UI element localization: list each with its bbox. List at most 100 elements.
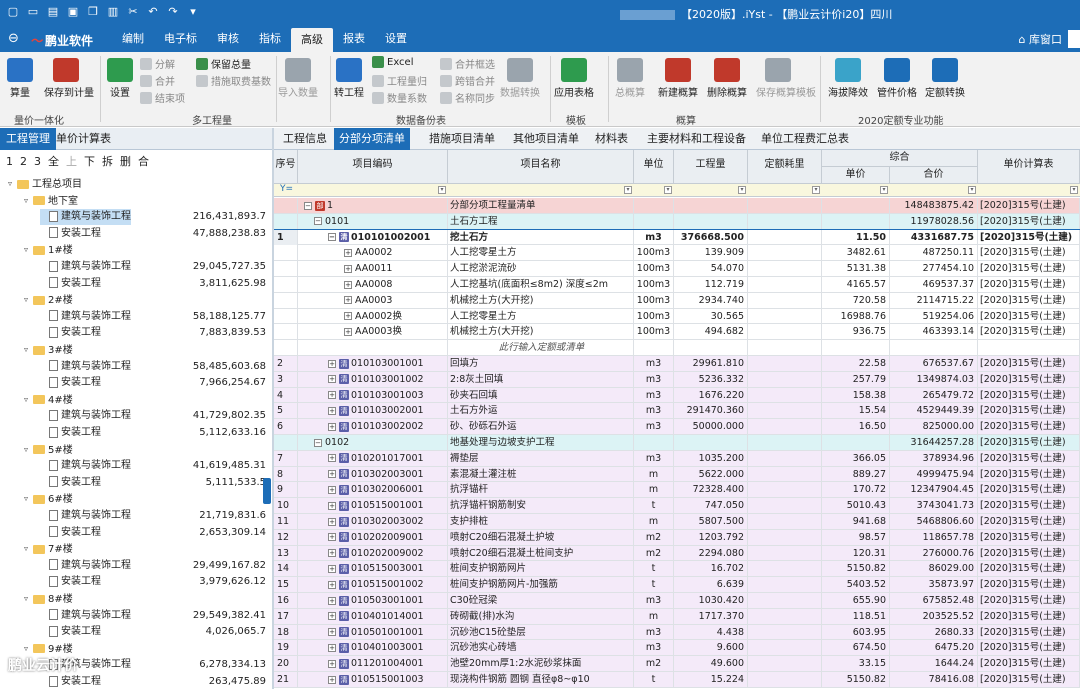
- expand-toggle-icon[interactable]: +: [344, 296, 352, 305]
- tree-node[interactable]: 建筑与装饰工程 29,549,382.41: [0, 608, 272, 624]
- tree-node[interactable]: ▿ 7#楼: [0, 541, 272, 557]
- expand-toggle-icon[interactable]: +: [328, 470, 336, 479]
- ribbon-button-delete-estimate[interactable]: 删除概算: [705, 58, 749, 99]
- tree-node[interactable]: 安装工程 47,888,238.83: [0, 226, 272, 242]
- table-row[interactable]: 18 + 清 010501001001 沉砂池C15砼垫层 m3 4.438 603.95 26…: [274, 624, 1080, 641]
- table-row[interactable]: 8 + 清 010302003001 素混凝土灌注桩 m 5622.000 889.27 499…: [274, 466, 1080, 483]
- tree-node[interactable]: 安装工程 2,653,309.14: [0, 525, 272, 541]
- table-row[interactable]: + AA0002换 人工挖零星土方 100m3 30.565 16988.76 519254…: [274, 308, 1080, 325]
- ribbon-small-button[interactable]: 保留总量: [196, 56, 251, 71]
- expand-toggle-icon[interactable]: +: [328, 391, 336, 400]
- tree-node[interactable]: ▿ 6#楼: [0, 491, 272, 507]
- expand-toggle-icon[interactable]: +: [328, 375, 336, 384]
- table-row[interactable]: −0102 地基处理与边坡支护工程 31644257.28 [2020]315号(土建…: [274, 435, 1080, 451]
- table-row[interactable]: + AA0003换 机械挖土方(大开挖) 100m3 494.682 936.75 4633…: [274, 324, 1080, 341]
- tree-node[interactable]: 安装工程 3,979,626.12: [0, 574, 272, 590]
- menu-tab[interactable]: 报表: [333, 26, 375, 52]
- expand-toggle-icon[interactable]: +: [328, 454, 336, 463]
- tab-unit-price-table[interactable]: 单价计算表: [50, 128, 117, 150]
- expand-toggle-icon[interactable]: +: [328, 643, 336, 652]
- expand-toggle-icon[interactable]: ▿: [8, 176, 17, 192]
- open-icon[interactable]: ▤: [46, 5, 60, 19]
- cut-icon[interactable]: ✂: [126, 5, 140, 19]
- expand-toggle-icon[interactable]: +: [328, 422, 336, 431]
- table-row[interactable]: 6 + 清 010103002002 砂、砂砾石外运 m3 50000.000 16.50 82…: [274, 419, 1080, 435]
- grid-tab[interactable]: 材料表: [590, 128, 633, 150]
- expand-toggle-icon[interactable]: −: [304, 201, 312, 210]
- expand-toggle-icon[interactable]: +: [328, 517, 336, 526]
- table-row[interactable]: 4 + 清 010103001003 砂夹石回填 m3 1676.220 158.38 2654…: [274, 387, 1080, 404]
- tree-node[interactable]: ▿ 5#楼: [0, 442, 272, 458]
- table-row[interactable]: 19 + 清 010401003001 沉砂池实心砖墙 m3 9.600 674.50 6475…: [274, 640, 1080, 657]
- tree-tool-button[interactable]: 上: [66, 153, 77, 169]
- filter-button[interactable]: ▾: [664, 186, 672, 194]
- ribbon-small-button[interactable]: 数量系数: [372, 90, 427, 105]
- expand-toggle-icon[interactable]: ▿: [24, 242, 33, 258]
- tree-node[interactable]: ▿ 工程总项目: [0, 176, 272, 192]
- tree-node[interactable]: 安装工程 263,475.89: [0, 674, 272, 689]
- tree-tool-button[interactable]: 删: [120, 153, 131, 169]
- table-row[interactable]: 10 + 清 010515001001 抗浮锚杆钢筋制安 t 747.050 5010.43 3…: [274, 498, 1080, 514]
- ribbon-button-save-to-measure[interactable]: 保存到计量: [44, 58, 94, 99]
- table-row[interactable]: 7 + 清 010201017001 褥垫层 m3 1035.200 366.05 378934…: [274, 450, 1080, 467]
- grid-tab[interactable]: 措施项目清单: [424, 128, 500, 150]
- expand-toggle-icon[interactable]: −: [314, 438, 322, 447]
- ribbon-button-calc[interactable]: 算量: [0, 58, 42, 99]
- ribbon-button-import-quantity[interactable]: 导入数量: [276, 58, 320, 99]
- save-icon[interactable]: ▣: [66, 5, 80, 19]
- expand-toggle-icon[interactable]: +: [328, 596, 336, 605]
- ribbon-button-settings-plus[interactable]: 设置: [98, 58, 142, 99]
- expand-toggle-icon[interactable]: ▿: [24, 442, 33, 458]
- filter-button[interactable]: ▾: [1070, 186, 1078, 194]
- table-row[interactable]: 1− 清 010101002001 挖土石方 m3 376668.500 11.50 4331…: [274, 228, 1080, 247]
- table-row[interactable]: 21 + 清 010515001003 现浇构件钢筋 圆钢 直径φ8~φ10 t 15.22…: [274, 672, 1080, 688]
- tree-node[interactable]: 建筑与装饰工程 21,719,831.6: [0, 508, 272, 524]
- ribbon-small-button[interactable]: 名称同步: [440, 90, 495, 105]
- tree-tool-button[interactable]: 2: [20, 155, 27, 168]
- table-row[interactable]: 9 + 清 010302006001 抗浮锚杆 m 72328.400 170.72 12347…: [274, 482, 1080, 499]
- grid-tab[interactable]: 主要材料和工程设备: [642, 128, 751, 150]
- table-row[interactable]: 3 + 清 010103001002 2:8灰土回填 m3 5236.332 257.79 13…: [274, 371, 1080, 388]
- tree-tool-button[interactable]: 全: [48, 153, 59, 169]
- expand-toggle-icon[interactable]: +: [328, 485, 336, 494]
- panel-collapse-handle[interactable]: [263, 478, 271, 504]
- menu-tab[interactable]: 审核: [207, 26, 249, 52]
- expand-toggle-icon[interactable]: +: [328, 628, 336, 637]
- table-row[interactable]: + AA0008 人工挖基坑(底面积≤8m2) 深度≤2m 100m3 112.719 4…: [274, 277, 1080, 293]
- tree-node[interactable]: 建筑与装饰工程 58,485,603.68: [0, 359, 272, 375]
- expand-toggle-icon[interactable]: +: [328, 564, 336, 573]
- back-icon[interactable]: ⊖: [8, 31, 19, 46]
- tree-node[interactable]: 安装工程 7,966,254.67: [0, 375, 272, 391]
- table-row[interactable]: 13 + 清 010202009002 喷射C20细石混凝土桩间支护 m2 2294.080…: [274, 545, 1080, 562]
- ribbon-small-button[interactable]: 合并: [140, 73, 175, 88]
- tree-tool-button[interactable]: 拆: [102, 153, 113, 169]
- tree-node[interactable]: 建筑与装饰工程 41,729,802.35: [0, 408, 272, 424]
- expand-toggle-icon[interactable]: +: [328, 675, 336, 684]
- ribbon-small-button[interactable]: 合并框选: [440, 56, 495, 71]
- ribbon-small-button[interactable]: Excel: [372, 56, 414, 68]
- tree-tool-button[interactable]: 下: [84, 153, 95, 169]
- open-folder-icon[interactable]: ▭: [26, 5, 40, 19]
- table-row[interactable]: 5 + 清 010103002001 土石方外运 m3 291470.360 15.54 452…: [274, 403, 1080, 420]
- expand-toggle-icon[interactable]: +: [344, 327, 352, 336]
- filter-button[interactable]: ▾: [880, 186, 888, 194]
- expand-toggle-icon[interactable]: ▿: [24, 292, 33, 308]
- table-row[interactable]: 11 + 清 010302003002 支护排桩 m 5807.500 941.68 54688…: [274, 514, 1080, 530]
- table-row[interactable]: 12 + 清 010202009001 喷射C20细石混凝土护坡 m2 1203.792 98…: [274, 529, 1080, 546]
- expand-toggle-icon[interactable]: +: [344, 280, 352, 289]
- expand-toggle-icon[interactable]: ▿: [24, 392, 33, 408]
- grid-tab[interactable]: 工程信息: [278, 128, 332, 150]
- expand-toggle-icon[interactable]: +: [328, 659, 336, 668]
- tree-node[interactable]: ▿ 2#楼: [0, 292, 272, 308]
- tree-node[interactable]: 建筑与装饰工程 41,619,485.31: [0, 458, 272, 474]
- filter-icon[interactable]: Y=: [280, 184, 293, 194]
- table-row[interactable]: 此行输入定额或清单: [274, 340, 1080, 356]
- expand-toggle-icon[interactable]: −: [328, 233, 336, 242]
- redo-icon[interactable]: ↷: [166, 5, 180, 19]
- tree-tool-button[interactable]: 3: [34, 155, 41, 168]
- expand-toggle-icon[interactable]: +: [344, 248, 352, 257]
- table-row[interactable]: 16 + 清 010503001001 C30砼冠梁 m3 1030.420 655.90 67…: [274, 593, 1080, 609]
- tree-node[interactable]: 建筑与装饰工程 29,045,727.35: [0, 259, 272, 275]
- expand-toggle-icon[interactable]: +: [328, 533, 336, 542]
- expand-toggle-icon[interactable]: +: [328, 359, 336, 368]
